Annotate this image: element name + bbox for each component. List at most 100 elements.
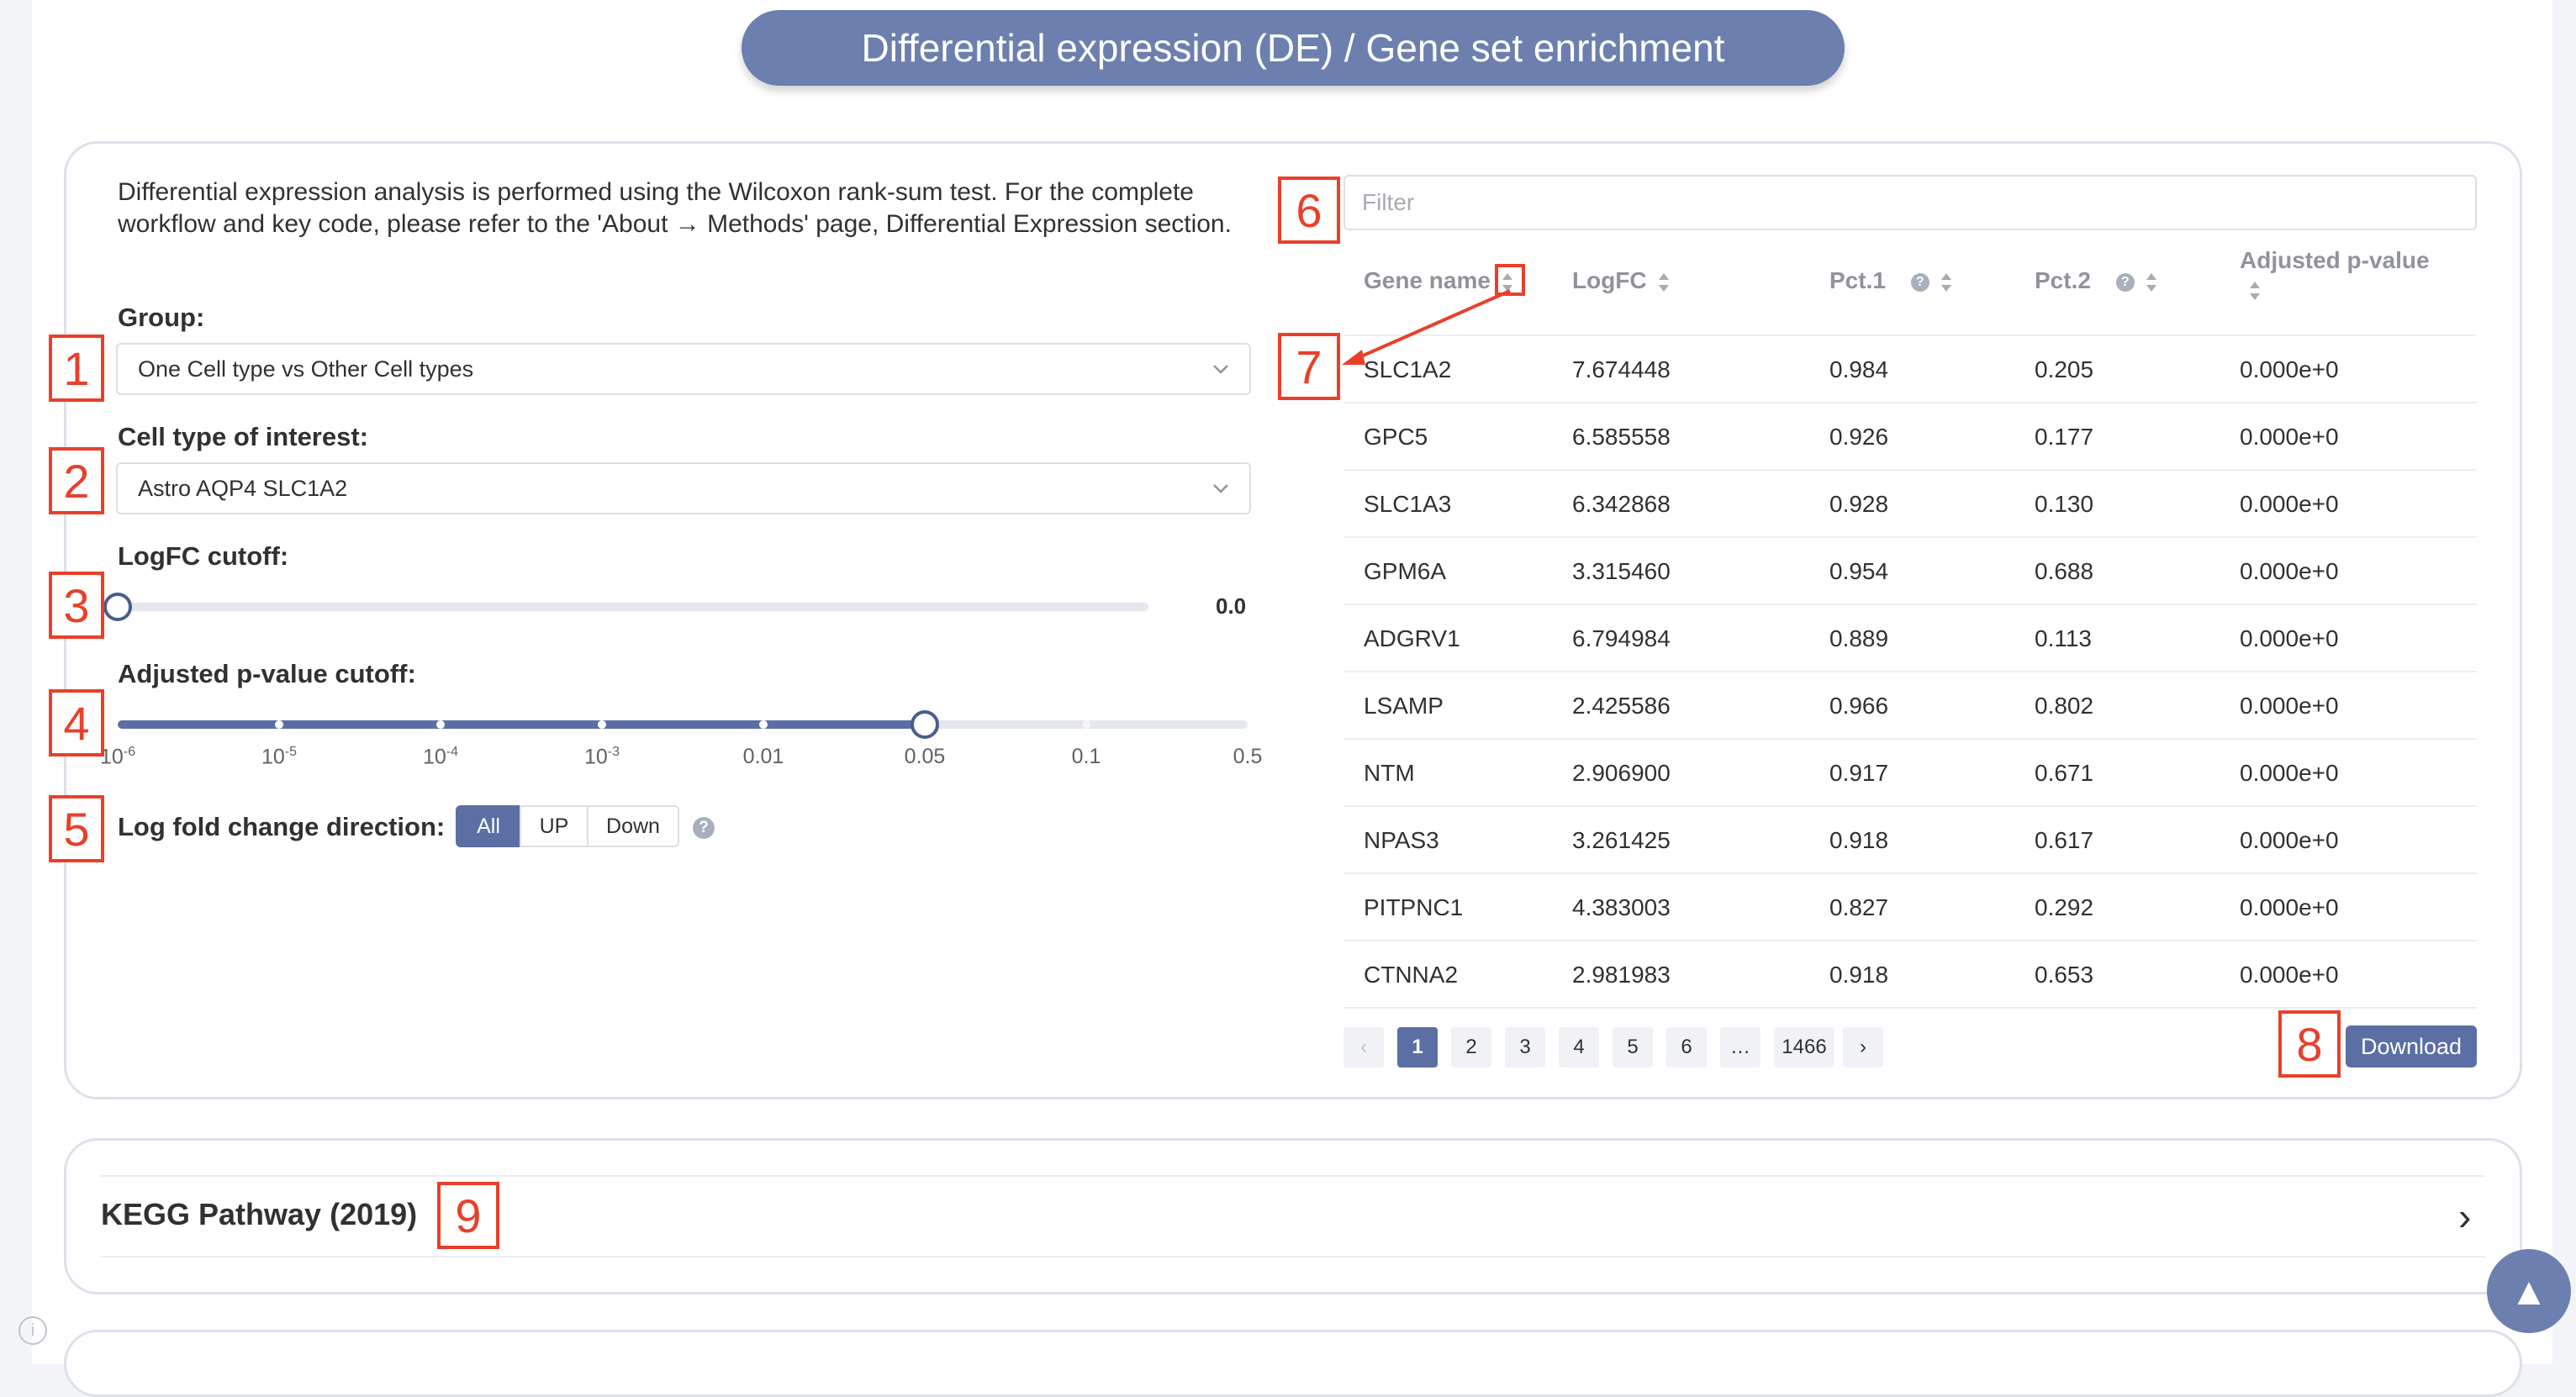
scroll-to-top-button[interactable]: ▲ <box>2487 1249 2571 1333</box>
header-pct2[interactable]: Pct.2 ? <box>2035 267 2158 294</box>
page-button[interactable]: 6 <box>1666 1027 1707 1068</box>
cell-gene: CTNNA2 <box>1364 962 1459 988</box>
header-adjusted-pvalue[interactable]: Adjusted p-value <box>2240 247 2430 303</box>
header-pct2-label: Pct.2 <box>2035 267 2091 293</box>
pval-slider-stop[interactable] <box>275 720 283 729</box>
group-select[interactable]: One Cell type vs Other Cell types <box>116 343 1251 395</box>
page-button[interactable]: 1 <box>1397 1027 1438 1068</box>
pct2-help-icon[interactable]: ? <box>2115 272 2135 292</box>
header-logfc[interactable]: LogFC <box>1572 267 1671 294</box>
info-icon[interactable]: i <box>18 1316 47 1345</box>
direction-up-button[interactable]: UP <box>520 805 589 847</box>
cell-logfc: 3.261425 <box>1572 827 1671 853</box>
pval-slider-handle[interactable] <box>911 710 939 739</box>
pval-tick-label: 10-6 <box>100 745 135 769</box>
logfc-slider-handle[interactable] <box>103 593 132 621</box>
pval-slider-stop[interactable] <box>598 720 606 729</box>
cell-gene: GPC5 <box>1364 424 1428 450</box>
filter-input[interactable]: Filter <box>1343 175 2477 230</box>
kegg-panel[interactable] <box>64 1138 2522 1294</box>
next-panel <box>64 1330 2522 1397</box>
cell-padj: 0.000e+0 <box>2240 625 2339 651</box>
cell-logfc: 2.425586 <box>1572 693 1671 719</box>
pval-slider-stop[interactable] <box>1082 720 1090 729</box>
header-pct1-label: Pct.1 <box>1829 267 1886 293</box>
pval-tick-base: 0.5 <box>1233 745 1263 768</box>
cell-gene: NTM <box>1364 760 1415 786</box>
annotation-marker-5: 5 <box>49 795 104 862</box>
group-select-value: One Cell type vs Other Cell types <box>138 356 474 382</box>
de-description: Differential expression analysis is perf… <box>118 178 1232 238</box>
pval-slider-stop[interactable] <box>759 720 768 729</box>
cell-pct1: 0.827 <box>1829 894 1889 920</box>
logfc-value: 0.0 <box>1216 593 1247 619</box>
sort-icon[interactable] <box>2248 279 2262 303</box>
row-divider <box>1343 872 2477 874</box>
cell-logfc: 6.794984 <box>1572 625 1671 651</box>
cell-gene: PITPNC1 <box>1364 894 1464 920</box>
sort-icon[interactable] <box>1940 271 1953 294</box>
pval-tick-exponent: -4 <box>446 745 459 759</box>
celltype-select-value: Astro AQP4 SLC1A2 <box>138 475 348 501</box>
direction-help-icon[interactable]: ? <box>693 817 715 839</box>
download-button[interactable]: Download <box>2346 1025 2477 1068</box>
header-logfc-label: LogFC <box>1572 267 1647 293</box>
cell-gene: GPM6A <box>1364 558 1447 584</box>
cell-pct1: 0.918 <box>1829 827 1889 853</box>
page-button[interactable]: 4 <box>1559 1027 1599 1068</box>
prev-page-button[interactable]: ‹ <box>1343 1027 1384 1068</box>
cell-pct2: 0.671 <box>2035 760 2094 786</box>
pval-slider-fill <box>118 720 925 729</box>
page-button[interactable]: 1466 <box>1774 1027 1834 1068</box>
cell-padj: 0.000e+0 <box>2240 356 2339 382</box>
pval-slider-stop[interactable] <box>436 720 445 729</box>
cell-padj: 0.000e+0 <box>2240 962 2339 988</box>
cell-pct1: 0.928 <box>1829 491 1889 517</box>
header-pct1[interactable]: Pct.1 ? <box>1829 267 1953 294</box>
annotation-marker-8: 8 <box>2278 1010 2341 1078</box>
pval-tick-base: 0.01 <box>742 745 784 768</box>
chevron-right-icon[interactable]: › <box>2458 1194 2471 1239</box>
direction-all-button[interactable]: All <box>456 805 521 847</box>
cell-pct2: 0.130 <box>2035 491 2094 517</box>
logfc-slider-track[interactable] <box>118 603 1148 611</box>
pval-tick-base: 10 <box>583 745 608 769</box>
sort-icon[interactable] <box>1657 271 1671 294</box>
direction-down-button[interactable]: Down <box>587 805 679 847</box>
row-divider <box>1343 604 2477 605</box>
page-button[interactable]: 3 <box>1505 1027 1545 1068</box>
kegg-divider-bottom <box>101 1256 2485 1257</box>
cell-pct1: 0.917 <box>1829 760 1889 786</box>
cell-logfc: 3.315460 <box>1572 558 1671 584</box>
header-adjusted-pvalue-label: Adjusted p-value <box>2240 247 2430 273</box>
pval-tick-base: 10 <box>422 745 446 769</box>
pval-tick-exponent: -3 <box>607 745 620 759</box>
pval-tick-label: 10-4 <box>423 745 458 769</box>
annotation-marker-2: 2 <box>49 447 104 514</box>
cell-logfc: 2.906900 <box>1572 760 1671 786</box>
pval-tick-label: 0.5 <box>1233 745 1263 769</box>
pval-label: Adjusted p-value cutoff: <box>118 659 416 688</box>
page-button[interactable]: 2 <box>1451 1027 1491 1068</box>
annotation-marker-3: 3 <box>49 572 104 639</box>
row-divider <box>1343 402 2477 403</box>
cell-pct1: 0.966 <box>1829 693 1889 719</box>
pct1-help-icon[interactable]: ? <box>1910 272 1929 292</box>
cell-gene: SLC1A3 <box>1364 491 1452 517</box>
next-page-button[interactable]: › <box>1843 1027 1883 1068</box>
celltype-select[interactable]: Astro AQP4 SLC1A2 <box>116 462 1251 514</box>
cell-logfc: 2.981983 <box>1572 962 1671 988</box>
cell-gene: NPAS3 <box>1364 827 1439 853</box>
cell-logfc: 4.383003 <box>1572 894 1671 920</box>
page-button[interactable]: 5 <box>1613 1027 1653 1068</box>
pagination-more-button[interactable]: … <box>1720 1027 1760 1068</box>
sort-icon[interactable] <box>2145 271 2158 294</box>
row-divider <box>1343 805 2477 807</box>
kegg-title[interactable]: KEGG Pathway (2019) <box>101 1197 417 1232</box>
pval-tick-label: 10-3 <box>584 745 620 769</box>
cell-padj: 0.000e+0 <box>2240 558 2339 584</box>
pval-tick-label: 10-5 <box>261 745 297 769</box>
celltype-label: Cell type of interest: <box>118 422 368 451</box>
cell-gene: LSAMP <box>1364 693 1444 719</box>
cell-logfc: 6.342868 <box>1572 491 1671 517</box>
